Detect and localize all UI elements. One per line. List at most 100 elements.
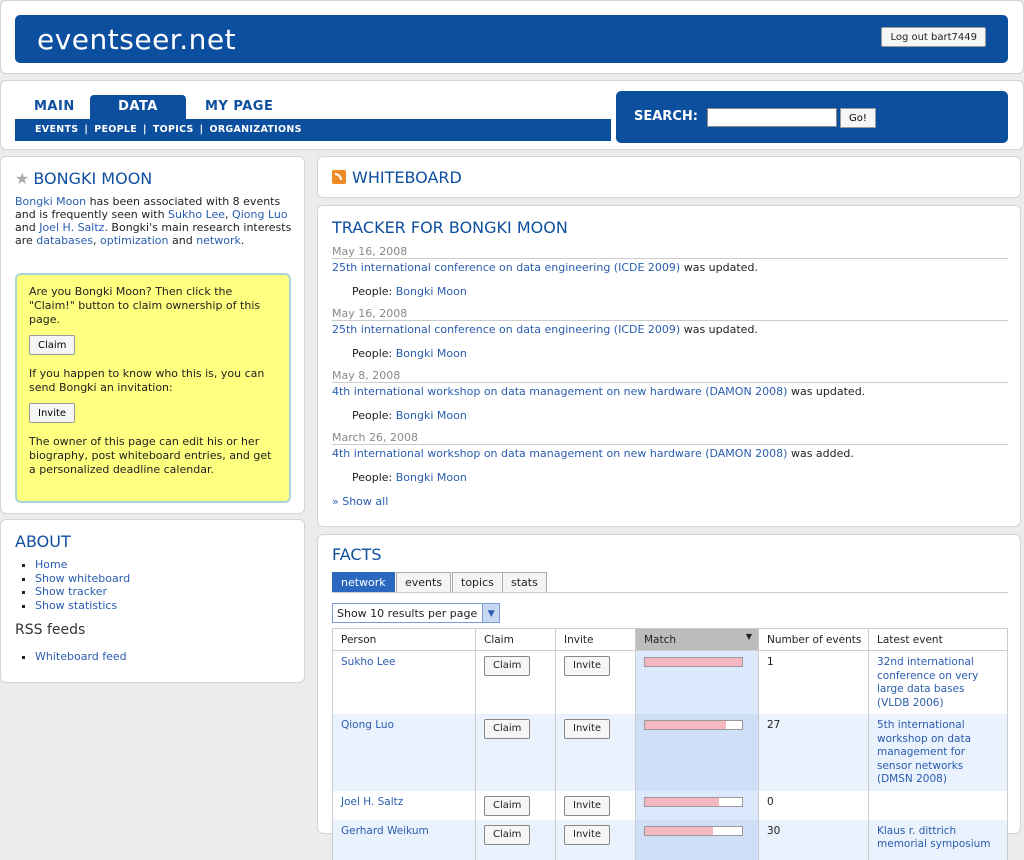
show-all-link[interactable]: » Show all <box>332 495 388 508</box>
col-latest-event[interactable]: Latest event <box>868 628 1008 651</box>
star-icon[interactable]: ★ <box>15 169 29 188</box>
tracker-date: May 16, 2008 <box>332 307 1008 321</box>
tracker-date: May 8, 2008 <box>332 369 1008 383</box>
latest-event-link[interactable]: 32nd international conference on very la… <box>877 656 978 709</box>
people-label: People: <box>352 285 396 298</box>
col-match[interactable]: Match ▼ <box>635 628 759 651</box>
row-invite-button[interactable]: Invite <box>564 795 611 816</box>
tracker-event-link[interactable]: 25th international conference on data en… <box>332 323 680 336</box>
row-claim-button[interactable]: Claim <box>484 824 531 845</box>
person-link[interactable]: Sukho Lee <box>341 656 395 668</box>
tracker-action: was updated. <box>680 261 758 274</box>
col-person[interactable]: Person <box>332 628 476 651</box>
row-claim-button[interactable]: Claim <box>484 719 531 739</box>
bio-interest-link[interactable]: network <box>196 234 241 247</box>
match-bar <box>644 796 743 807</box>
whiteboard-feed-link[interactable]: Whiteboard feed <box>35 650 127 663</box>
search-label: SEARCH: <box>634 109 698 124</box>
subnav-people[interactable]: PEOPLE <box>94 124 137 135</box>
tracker-person-link[interactable]: Bongki Moon <box>396 347 467 360</box>
tracker-person-link[interactable]: Bongki Moon <box>396 471 467 484</box>
tab-data[interactable]: DATA <box>90 95 186 119</box>
tab-network[interactable]: network <box>332 572 395 592</box>
whiteboard-heading: WHITEBOARD <box>332 168 462 187</box>
event-count: 27 <box>758 714 869 791</box>
tracker-event-link[interactable]: 4th international workshop on data manag… <box>332 385 787 398</box>
bio-text: and <box>15 221 40 234</box>
bio-text: . <box>240 234 245 247</box>
row-claim-button[interactable]: Claim <box>484 656 531 676</box>
person-link[interactable]: Gerhard Weikum <box>341 825 429 837</box>
tracker-event-link[interactable]: 4th international workshop on data manag… <box>332 447 787 460</box>
subnav-topics[interactable]: TOPICS <box>153 124 194 135</box>
bio-coauthor-link[interactable]: Qiong Luo <box>232 208 288 221</box>
bio-coauthor-link[interactable]: Sukho Lee <box>168 208 225 221</box>
match-bar-fill <box>645 721 727 729</box>
person-link[interactable]: Joel H. Saltz <box>341 796 403 808</box>
profile-heading: ★ BONGKI MOON <box>15 169 152 188</box>
tracker-person-link[interactable]: Bongki Moon <box>396 409 467 422</box>
col-claim[interactable]: Claim <box>475 628 556 651</box>
profile-bio: Bongki Moon has been associated with 8 e… <box>15 195 295 247</box>
rss-icon[interactable] <box>332 170 346 184</box>
about-link-tracker: Show tracker <box>35 585 130 599</box>
search-go-button[interactable]: Go! <box>840 108 876 128</box>
table-row: Sukho Lee Claim Invite 1 32nd internatio… <box>332 650 1008 714</box>
show-whiteboard-link[interactable]: Show whiteboard <box>35 572 130 585</box>
brand-bar: eventseer.net Log out bart7449 <box>15 15 1008 63</box>
claim-button[interactable]: Claim <box>29 335 76 355</box>
col-number-of-events[interactable]: Number of events <box>758 628 869 651</box>
page-size-select[interactable]: Show 10 results per page ▼ <box>332 603 501 623</box>
site-logo[interactable]: eventseer.net <box>37 23 236 56</box>
facts-tabs: network events topics stats <box>332 572 1008 593</box>
tab-events[interactable]: events <box>396 572 452 592</box>
event-count: 30 <box>758 819 869 860</box>
row-invite-button[interactable]: Invite <box>564 824 611 845</box>
tracker-entry: May 16, 2008 25th international conferen… <box>332 245 1008 298</box>
person-link[interactable]: Qiong Luo <box>341 719 394 731</box>
match-bar-fill <box>645 797 719 806</box>
tab-stats[interactable]: stats <box>502 572 547 592</box>
people-label: People: <box>352 409 396 422</box>
tracker-person-link[interactable]: Bongki Moon <box>396 285 467 298</box>
bio-interest-link[interactable]: databases <box>36 234 93 247</box>
tracker-entry: March 26, 2008 4th international worksho… <box>332 431 1008 484</box>
search-box: SEARCH: Go! <box>616 91 1008 143</box>
header-panel: eventseer.net Log out bart7449 <box>0 0 1024 74</box>
people-label: People: <box>352 471 396 484</box>
show-statistics-link[interactable]: Show statistics <box>35 599 117 612</box>
people-label: People: <box>352 347 396 360</box>
about-links: Home Show whiteboard Show tracker Show s… <box>15 558 130 612</box>
bio-text: and <box>168 234 197 247</box>
col-invite[interactable]: Invite <box>555 628 636 651</box>
tracker-heading: TRACKER FOR BONGKI MOON <box>332 218 568 237</box>
bio-coauthor-link[interactable]: Joel H. Saltz <box>39 221 104 234</box>
subnav-events[interactable]: EVENTS <box>35 124 78 135</box>
col-match-label: Match <box>644 633 677 646</box>
match-bar-fill <box>645 658 742 666</box>
table-row: Joel H. Saltz Claim Invite 0 <box>332 790 1008 820</box>
show-tracker-link[interactable]: Show tracker <box>35 585 107 598</box>
event-count: 0 <box>758 790 869 820</box>
tab-my-page[interactable]: MY PAGE <box>205 95 273 119</box>
event-count: 1 <box>758 650 869 714</box>
row-claim-button[interactable]: Claim <box>484 795 531 816</box>
tab-main[interactable]: MAIN <box>34 95 75 119</box>
latest-event-link[interactable]: Klaus r. dittrich memorial symposium <box>877 825 991 851</box>
row-invite-button[interactable]: Invite <box>564 656 611 676</box>
logout-button[interactable]: Log out bart7449 <box>881 27 986 47</box>
latest-event-link[interactable]: 5th international workshop on data manag… <box>877 719 971 785</box>
tracker-event-link[interactable]: 25th international conference on data en… <box>332 261 680 274</box>
tab-topics[interactable]: topics <box>452 572 503 592</box>
subnav-organizations[interactable]: ORGANIZATIONS <box>209 124 301 135</box>
about-link-statistics: Show statistics <box>35 599 130 613</box>
table-row: Gerhard Weikum Claim Invite 30 Klaus r. … <box>332 819 1008 860</box>
bio-interest-link[interactable]: optimization <box>100 234 168 247</box>
home-link[interactable]: Home <box>35 558 67 571</box>
search-input[interactable] <box>707 108 837 127</box>
invite-text: If you happen to know who this is, you c… <box>29 367 265 394</box>
invite-button[interactable]: Invite <box>29 403 76 423</box>
row-invite-button[interactable]: Invite <box>564 719 611 739</box>
bio-name-link[interactable]: Bongki Moon <box>15 195 86 208</box>
rss-links: Whiteboard feed <box>15 650 127 663</box>
